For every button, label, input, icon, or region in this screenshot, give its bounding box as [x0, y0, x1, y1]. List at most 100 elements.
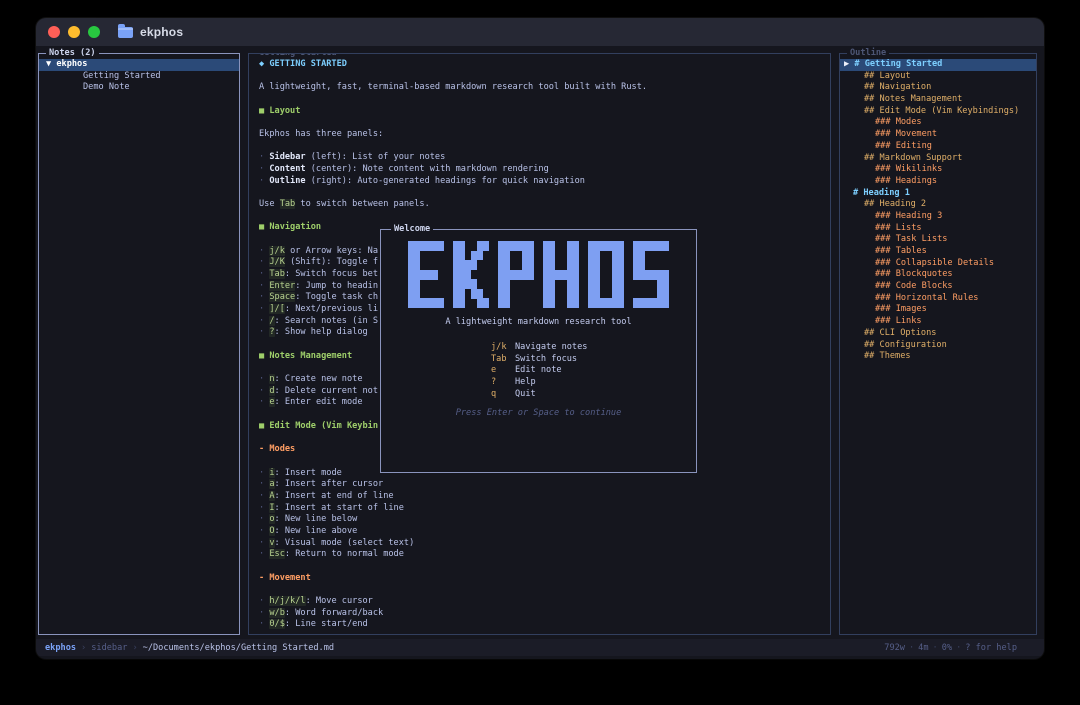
logo-pixel	[477, 289, 483, 299]
content-segment-b: Sidebar	[269, 152, 305, 162]
notes-panel: Notes (2) ▼ ekphosGetting StartedDemo No…	[38, 53, 240, 635]
content-line: · h/j/k/l: Move cursor	[259, 596, 830, 608]
content-segment-h3: - Modes	[259, 444, 295, 454]
logo-pixel	[618, 298, 624, 308]
outline-item[interactable]: ## Layout	[840, 71, 1036, 83]
outline-item[interactable]: ### Lists	[840, 223, 1036, 235]
outline-item[interactable]: ### Heading 3	[840, 211, 1036, 223]
content-segment-text: : Search notes (in S	[275, 316, 378, 326]
content-line: · Esc: Return to normal mode	[259, 549, 830, 561]
logo-pixel	[504, 289, 510, 299]
statusbar-dot-separator: ·	[929, 643, 942, 653]
outline-item[interactable]: ### Horizontal Rules	[840, 293, 1036, 305]
content-line: · Outline (right): Auto-generated headin…	[259, 176, 830, 188]
outline-item[interactable]: ### Collapsible Details	[840, 258, 1036, 270]
outline-item[interactable]: ### Images	[840, 304, 1036, 316]
logo-pixel	[438, 241, 444, 251]
outline-item[interactable]: ## Edit Mode (Vim Keybindings)	[840, 106, 1036, 118]
content-segment-bullet: ·	[259, 549, 269, 559]
outline-item[interactable]: ### Blockquotes	[840, 269, 1036, 281]
shortcut-key: j/k	[491, 342, 515, 354]
logo-pixel	[549, 279, 555, 289]
logo-pixel	[477, 251, 483, 261]
content-segment-text: : Word forward/back	[285, 608, 383, 618]
shortcut-key: Tab	[491, 354, 515, 366]
note-list-item[interactable]: Demo Note	[39, 82, 239, 94]
logo-letter-P	[498, 241, 534, 308]
content-segment-bullet: ·	[259, 538, 269, 548]
content-segment-text: : Insert after cursor	[275, 479, 384, 489]
logo-pixel	[459, 251, 465, 261]
logo-letter-H	[543, 241, 579, 308]
content-line: · v: Visual mode (select text)	[259, 538, 830, 550]
shortcut-row: ?Help	[491, 377, 587, 389]
outline-item[interactable]: ### Editing	[840, 141, 1036, 153]
outline-item[interactable]: # Heading 1	[840, 188, 1036, 200]
content-segment-key: 0/$	[269, 619, 285, 629]
logo-pixel	[528, 270, 534, 280]
logo-pixel	[483, 298, 489, 308]
statusbar-app-name: ekphos	[45, 643, 76, 653]
outline-item[interactable]: ## Heading 2	[840, 199, 1036, 211]
logo-pixel	[594, 289, 600, 299]
outline-item[interactable]: ### Modes	[840, 117, 1036, 129]
logo-pixel	[618, 279, 624, 289]
outline-item[interactable]: ## Navigation	[840, 82, 1036, 94]
statusbar-stat: 0%	[942, 643, 952, 653]
outline-item[interactable]: ### Tables	[840, 246, 1036, 258]
content-line: ■ Layout	[259, 106, 830, 118]
shortcut-row: j/kNavigate notes	[491, 342, 587, 354]
outline-item[interactable]: ▶ # Getting Started	[840, 59, 1036, 71]
logo-pixel	[618, 260, 624, 270]
logo-pixel	[663, 298, 669, 308]
statusbar-dot-separator: ·	[952, 643, 965, 653]
content-segment-b: Content	[269, 164, 305, 174]
content-segment-key: j/k	[269, 246, 285, 256]
logo-pixel	[573, 270, 579, 280]
outline-item[interactable]: ### Task Lists	[840, 234, 1036, 246]
status-bar: ekphos › sidebar › ~/Documents/ekphos/Ge…	[36, 639, 1044, 656]
content-segment-text: Ekphos has three panels:	[259, 129, 383, 139]
shortcut-key: ?	[491, 377, 515, 389]
selection-arrow-icon: ▶	[844, 59, 854, 69]
outline-item[interactable]: ## Notes Management	[840, 94, 1036, 106]
content-line: - Movement	[259, 573, 830, 585]
content-segment-bullet: ·	[259, 468, 269, 478]
minimize-button[interactable]	[68, 26, 80, 38]
logo-letter-S	[633, 241, 669, 308]
statusbar-file-path: ~/Documents/ekphos/Getting Started.md	[143, 643, 334, 653]
titlebar: ekphos	[36, 18, 1044, 46]
outline-item[interactable]: ### Wikilinks	[840, 164, 1036, 176]
outline-item[interactable]: ## Themes	[840, 351, 1036, 363]
outline-item[interactable]: ## Markdown Support	[840, 153, 1036, 165]
logo-pixel	[438, 298, 444, 308]
outline-item[interactable]: ### Code Blocks	[840, 281, 1036, 293]
shortcut-label: Help	[515, 377, 536, 387]
content-segment-bullet: ·	[259, 596, 269, 606]
content-segment-text: : Delete current not	[275, 386, 378, 396]
content-line: · Content (center): Note content with ma…	[259, 164, 830, 176]
content-line: · A: Insert at end of line	[259, 491, 830, 503]
note-list-item[interactable]: Getting Started	[39, 71, 239, 83]
statusbar-focus-mode: sidebar	[91, 643, 127, 653]
content-segment-text: : New line above	[275, 526, 358, 536]
content-segment-key: J/K	[269, 257, 285, 267]
content-segment-text: : Toggle task ch	[295, 292, 378, 302]
content-line	[259, 94, 830, 106]
zoom-button[interactable]	[88, 26, 100, 38]
content-line: · I: Insert at start of line	[259, 503, 830, 515]
notebook-root-item[interactable]: ▼ ekphos	[39, 59, 239, 71]
outline-item[interactable]: ### Headings	[840, 176, 1036, 188]
outline-item[interactable]: ## CLI Options	[840, 328, 1036, 340]
content-segment-text: (Shift): Toggle f	[285, 257, 378, 267]
outline-item[interactable]: ### Links	[840, 316, 1036, 328]
content-segment-bullet: ·	[259, 514, 269, 524]
content-segment-bullet: ·	[259, 386, 269, 396]
window-title: ekphos	[140, 25, 183, 39]
close-button[interactable]	[48, 26, 60, 38]
outline-item[interactable]: ## Configuration	[840, 340, 1036, 352]
content-segment-text: (center): Note content with markdown ren…	[306, 164, 549, 174]
logo-pixel	[414, 279, 420, 289]
content-segment-text: : Return to normal mode	[285, 549, 404, 559]
outline-item[interactable]: ### Movement	[840, 129, 1036, 141]
